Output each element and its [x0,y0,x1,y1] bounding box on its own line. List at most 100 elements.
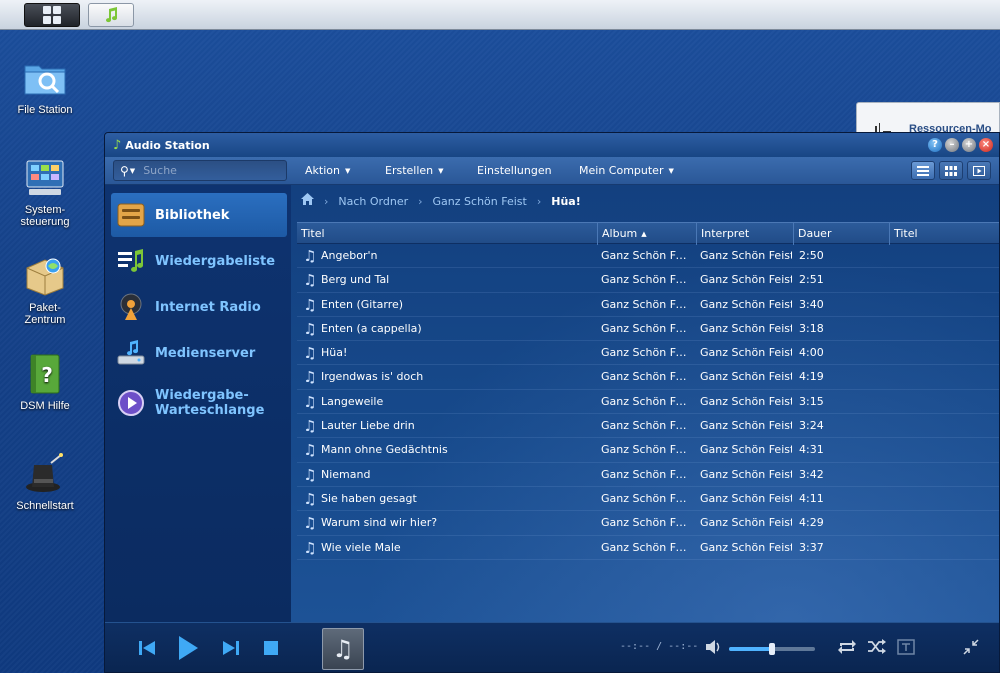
track-album: Ganz Schön Fei... [601,419,691,433]
table-row[interactable]: ♫ Berg und Tal Ganz Schön Fei... Ganz Schön… [297,268,999,293]
menu-erstellen[interactable]: Erstellen ▼ [385,157,444,185]
track-title: Irgendwas is' doch [321,370,424,384]
column-header-dauer[interactable]: Dauer [793,223,889,245]
window-title-bar[interactable]: ♪ Audio Station ? – + × [105,133,999,157]
breadcrumb-current: Hüa! [551,194,581,208]
chevron-down-icon[interactable]: ▼ [130,167,135,175]
next-button[interactable] [219,633,243,663]
sidebar-item-internet-radio[interactable]: Internet Radio [111,285,287,329]
album-cover-placeholder[interactable]: ♫ [322,628,364,670]
column-header-interpret[interactable]: Interpret [696,223,793,245]
sidebar-item-bibliothek[interactable]: Bibliothek [111,193,287,237]
desktop-icon-dsm-hilfe[interactable]: ? DSM Hilfe [0,352,90,412]
main-menu-button[interactable] [24,3,80,27]
music-note-icon: ♫ [303,319,317,338]
search-icon[interactable]: ⚲ [120,164,129,178]
shuffle-button[interactable] [867,639,887,658]
desktop-icon-label: DSM Hilfe [20,400,70,412]
close-button[interactable]: × [979,138,993,152]
track-title-cell: ♫ Hüa! [303,341,593,365]
track-artist: Ganz Schön Feist [700,540,792,554]
sidebar-item-wiedergabeliste[interactable]: Wiedergabeliste [111,239,287,283]
help-button[interactable]: ? [928,138,942,152]
mini-player-button[interactable] [963,639,979,658]
volume-slider[interactable] [729,643,815,655]
grid-view-button[interactable] [939,161,963,180]
music-note-icon: ♫ [303,368,317,387]
menu-einstellungen[interactable]: Einstellungen [477,157,552,185]
sidebar-item-label: Wiedergabe- Warteschlange [155,388,265,418]
play-button[interactable] [175,633,201,663]
table-row[interactable]: ♫ Sie haben gesagt Ganz Schön Fei... Ganz S… [297,487,999,512]
table-row[interactable]: ♫ Lauter Liebe drin Ganz Schön Fei... Ganz … [297,414,999,439]
cover-flow-view-button[interactable] [967,161,991,180]
music-note-icon: ♫ [303,295,317,314]
volume-slider-handle[interactable] [769,643,775,655]
track-artist: Ganz Schön Feist [700,346,792,360]
column-header-album[interactable]: Album ▲ [597,223,696,245]
breadcrumb-nach-ordner[interactable]: Nach Ordner [338,195,408,208]
menu-mein-computer-label: Mein Computer [579,164,664,177]
desktop-icon-label: System- steuerung [20,204,70,228]
minimize-button[interactable]: – [945,138,959,152]
track-title-cell: ♫ Enten (a cappella) [303,317,593,341]
track-artist: Ganz Schön Feist [700,516,792,530]
column-header-titel[interactable]: Titel [297,223,597,245]
track-title: Sie haben gesagt [321,491,417,505]
track-artist: Ganz Schön Feist [700,273,792,287]
track-artist: Ganz Schön Feist [700,321,792,335]
music-note-icon: ♫ [303,441,317,460]
home-icon[interactable] [301,193,314,209]
breadcrumb-album[interactable]: Ganz Schön Feist [433,195,527,208]
desktop-icon-paket-zentrum[interactable]: Paket- Zentrum [0,254,90,326]
repeat-button[interactable] [837,639,857,658]
track-title-cell: ♫ Enten (Gitarre) [303,293,593,317]
list-view-button[interactable] [911,161,935,180]
table-row[interactable]: ♫ Irgendwas is' doch Ganz Schön Fei... Ganz… [297,365,999,390]
play-icon [179,636,198,660]
desktop-icon-file-station[interactable]: File Station [0,56,90,116]
sidebar-item-medienserver[interactable]: Medienserver [111,331,287,375]
menu-mein-computer[interactable]: Mein Computer ▼ [579,157,674,185]
table-row[interactable]: ♫ Enten (Gitarre) Ganz Schön Fei... Ganz Sc… [297,293,999,317]
table-row[interactable]: ♫ Wie viele Male Ganz Schön Fei... Ganz Sch… [297,536,999,560]
playback-time: --:-- / --:-- [620,641,699,652]
window-controls: ? – + × [928,138,993,152]
stop-button[interactable] [261,633,281,663]
table-row[interactable]: ♫ Niemand Ganz Schön Fei... Ganz Schön Feis… [297,463,999,487]
table-row[interactable]: ♫ Angebor'n Ganz Schön Fei... Ganz Schön Fe… [297,244,999,269]
table-row[interactable]: ♫ Enten (a cappella) Ganz Schön Fei... Ganz… [297,317,999,342]
search-input[interactable] [143,164,264,177]
track-duration: 4:00 [799,346,824,360]
track-album: Ganz Schön Fei... [601,540,691,554]
search-box[interactable]: ⚲ ▼ [113,160,287,181]
taskbar-audio-station-button[interactable] [88,3,134,27]
breadcrumb: › Nach Ordner › Ganz Schön Feist › Hüa! [301,191,581,211]
previous-button[interactable] [135,633,159,663]
menu-aktion[interactable]: Aktion ▼ [305,157,350,185]
lyrics-button[interactable] [897,639,915,658]
shuffle-icon [868,639,886,654]
column-header-titel-2[interactable]: Titel [889,223,999,245]
desktop-icon-label: Paket- Zentrum [24,302,66,326]
sidebar-item-warteschlange[interactable]: Wiedergabe- Warteschlange [111,381,287,425]
volume-button[interactable] [705,639,723,658]
collapse-icon [963,639,979,655]
table-row[interactable]: ♫ Mann ohne Gedächtnis Ganz Schön Fei... Ga… [297,438,999,463]
magic-hat-icon [23,452,67,496]
skip-back-icon [139,641,155,655]
track-list: ♫ Angebor'n Ganz Schön Fei... Ganz Schön Fe… [297,244,999,560]
table-row[interactable]: ♫ Langeweile Ganz Schön Fei... Ganz Schön F… [297,390,999,415]
track-artist: Ganz Schön Feist [700,491,792,505]
music-note-icon [106,7,118,23]
taskbar [0,0,1000,30]
maximize-button[interactable]: + [962,138,976,152]
track-title: Lauter Liebe drin [321,419,415,433]
table-row[interactable]: ♫ Hüa! Ganz Schön Fei... Ganz Schön Feist 4:… [297,341,999,366]
track-title-cell: ♫ Irgendwas is' doch [303,365,593,389]
desktop-icon-systemsteuerung[interactable]: System- steuerung [0,156,90,228]
radio-icon [115,291,147,323]
desktop-icon-schnellstart[interactable]: Schnellstart [0,452,90,512]
table-row[interactable]: ♫ Warum sind wir hier? Ganz Schön Fei... Ga… [297,511,999,536]
track-album: Ganz Schön Fei... [601,491,691,505]
